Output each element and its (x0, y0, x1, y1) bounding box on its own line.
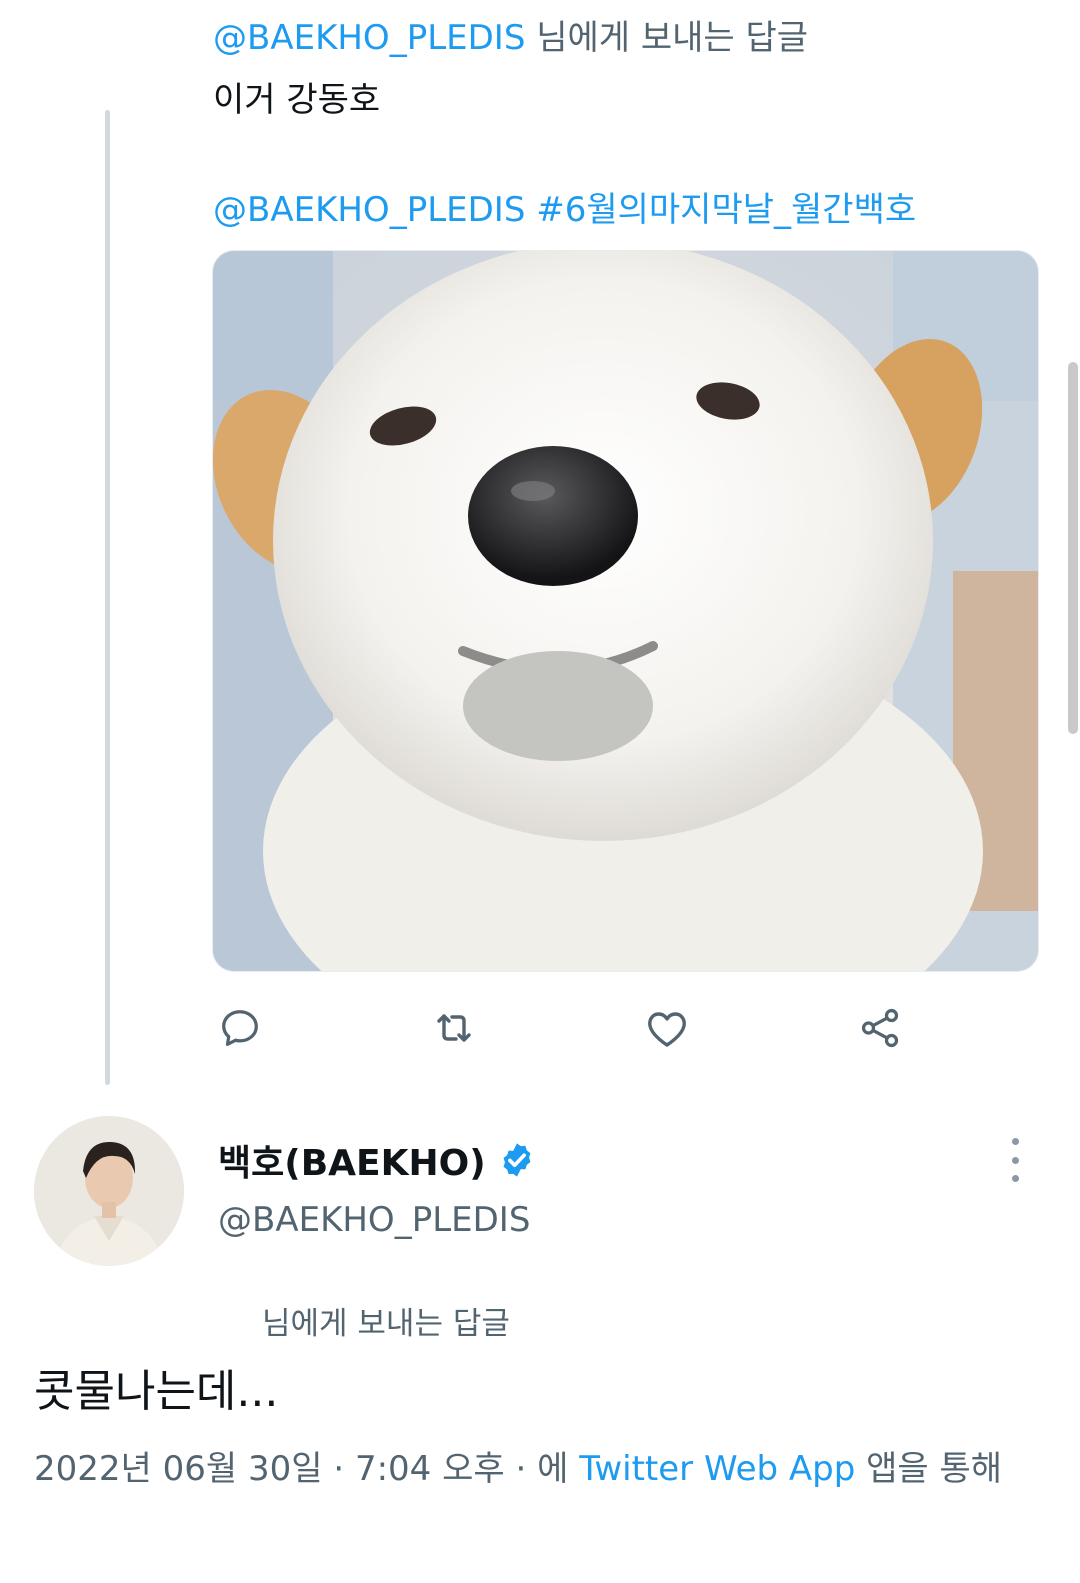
more-dot-icon (1011, 1138, 1019, 1145)
author-display-name-text: 백호(BAEKHO) (218, 1143, 486, 1184)
retweet-icon (437, 1014, 471, 1042)
author-handle[interactable]: @BAEKHO_PLEDIS (218, 1200, 530, 1240)
reply-to-mention-link[interactable]: @BAEKHO_PLEDIS (213, 18, 525, 58)
tweet-metadata: 2022년 06월 30일 · 7:04 오후 · 에 Twitter Web … (34, 1442, 1034, 1496)
retweet-button[interactable] (426, 1000, 482, 1056)
thread-connector-line (105, 110, 110, 1085)
heart-icon (648, 1012, 686, 1047)
tweet-detail-page: @BAEKHO_PLEDIS 님에게 보내는 답글 이거 강동호 @BAEKHO… (0, 0, 1080, 1583)
via-suffix: 앱을 통해 (855, 1449, 1003, 1489)
reply-button[interactable] (212, 1000, 268, 1056)
via-prefix: 에 (537, 1449, 580, 1489)
meta-separator: · (504, 1449, 538, 1489)
more-dot-icon (1011, 1156, 1019, 1164)
avatar[interactable] (34, 1116, 184, 1266)
share-icon (861, 1008, 899, 1048)
more-options-button[interactable] (1000, 1138, 1030, 1182)
meta-separator: · (322, 1449, 355, 1489)
parent-tweet-action-bar (212, 1000, 932, 1056)
avatar-portrait-image (34, 1116, 184, 1266)
page-scrollbar[interactable] (1068, 362, 1078, 734)
more-dot-icon (1011, 1175, 1019, 1182)
reply-to-suffix: 님에게 보내는 답글 (525, 18, 809, 58)
parent-tweet-text: 이거 강동호 (213, 80, 381, 120)
reply-icon (222, 1010, 258, 1046)
author-display-name[interactable]: 백호(BAEKHO) (218, 1134, 536, 1186)
verified-badge-icon (503, 1143, 531, 1177)
source-app-link[interactable]: Twitter Web App (579, 1449, 855, 1489)
parent-tweet-media-image[interactable] (212, 250, 1039, 972)
parent-tweet-mentions-hashtag[interactable]: @BAEKHO_PLEDIS #6월의마지막날_월간백호 (213, 182, 916, 231)
like-button[interactable] (639, 1000, 695, 1056)
tweet-date[interactable]: 2022년 06월 30일 (34, 1449, 323, 1489)
tweet-text: 콧물나는데... (34, 1366, 279, 1417)
share-button[interactable] (852, 1000, 908, 1056)
parent-reply-to-label: @BAEKHO_PLEDIS 님에게 보내는 답글 (213, 10, 808, 59)
reply-to-label: 님에게 보내는 답글 (262, 1306, 510, 1342)
tweet-time[interactable]: 7:04 오후 (355, 1449, 505, 1489)
puppy-photo (213, 251, 1038, 971)
